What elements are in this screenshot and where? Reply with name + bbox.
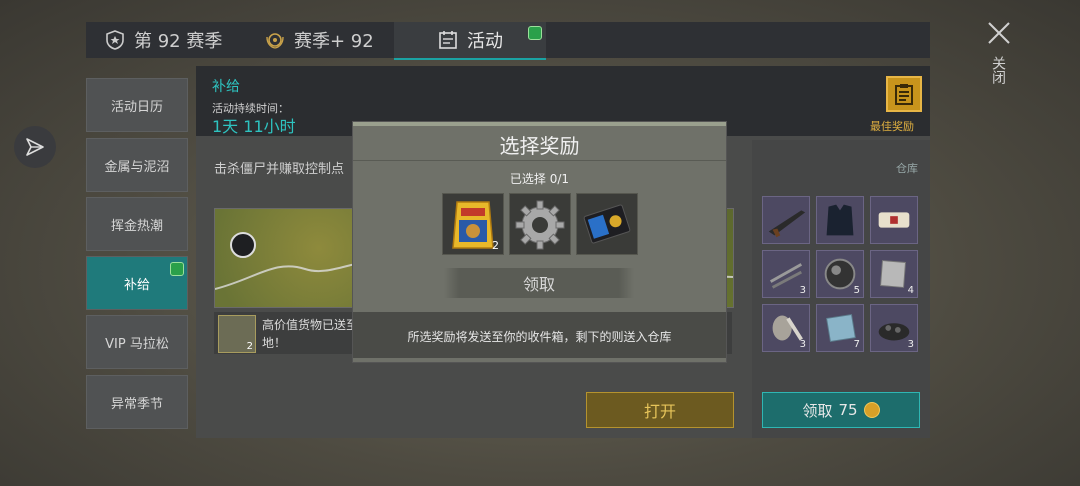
item-count: 2: [246, 341, 253, 352]
rifle-icon: [768, 210, 806, 238]
tab-activity-label: 活动: [467, 31, 503, 52]
close-label[interactable]: 关闭: [990, 56, 1006, 84]
shield-icon: [106, 30, 124, 50]
warehouse-slot[interactable]: [762, 196, 810, 244]
best-reward-button[interactable]: [886, 76, 922, 112]
tab-season-plus-label: 赛季+ 92: [294, 31, 374, 52]
bandage-icon: [878, 212, 910, 228]
best-reward-label: 最佳奖励: [870, 120, 914, 133]
sidebar-item-label: VIP 马拉松: [105, 336, 169, 352]
gift-badge-icon: [528, 26, 542, 40]
slot-count: 7: [853, 339, 860, 350]
dialog-divider: [353, 160, 726, 161]
dialog-title: 选择奖励: [499, 134, 580, 158]
dialog-note: 所选奖励将发送至你的收件箱，剩下的则送入仓库: [407, 330, 672, 344]
sidebar-item-metal-mud[interactable]: 金属与泥沼: [86, 138, 188, 192]
warehouse-slot[interactable]: 3: [870, 304, 918, 352]
tab-season-label: 第 92 赛季: [134, 31, 223, 52]
sidebar-item-label: 挥金热潮: [110, 218, 163, 234]
warehouse-slot[interactable]: 3: [762, 250, 810, 298]
dialog-claim-label: 领取: [522, 275, 555, 294]
sidebar-item-label: 异常季节: [110, 396, 163, 412]
sidebar-item-label: 补给: [123, 277, 150, 293]
page-title: 补给: [212, 79, 240, 95]
tab-season-plus[interactable]: 赛季+ 92: [264, 22, 374, 58]
calendar-icon: [439, 31, 457, 49]
gear-icon: [515, 200, 565, 250]
reward-count: 2: [492, 239, 499, 252]
slot-count: 3: [907, 339, 914, 350]
selection-count: 已选择 0/1: [509, 172, 570, 186]
claim-button[interactable]: 领取 75: [762, 392, 920, 428]
claim-cost: 75: [838, 401, 858, 419]
coin-icon: [863, 402, 880, 418]
duration-value: 1天 11小时: [212, 117, 296, 136]
sidebar-item-vip-marathon[interactable]: VIP 马拉松: [86, 315, 188, 369]
warehouse-slot[interactable]: 4: [870, 250, 918, 298]
sidebar-item-anomaly-season[interactable]: 异常季节: [86, 375, 188, 429]
open-button[interactable]: 打开: [586, 392, 734, 428]
warehouse-slot[interactable]: [816, 196, 864, 244]
sidebar-item-label: 金属与泥沼: [104, 159, 170, 175]
warehouse-slot[interactable]: 7: [816, 304, 864, 352]
slot-count: 3: [799, 339, 806, 350]
tab-bar: 第 92 赛季 赛季+ 92 活动: [86, 22, 930, 60]
dialog-claim-button[interactable]: 领取: [444, 268, 634, 298]
send-icon: [26, 138, 44, 156]
slot-count: 4: [907, 285, 914, 296]
share-button[interactable]: [14, 126, 56, 168]
warehouse-slot[interactable]: 5: [816, 250, 864, 298]
tab-season[interactable]: 第 92 赛季: [104, 22, 222, 58]
tab-activity[interactable]: 活动: [394, 22, 546, 60]
dog-food-bag-icon: 2: [218, 315, 256, 353]
sidebar-item-spending-spree[interactable]: 挥金热潮: [86, 197, 188, 251]
sidebar-item-calendar[interactable]: 活动日历: [86, 78, 188, 132]
badge-wallet-icon: [583, 204, 631, 244]
armor-vest-icon: [826, 204, 854, 236]
warehouse-slot[interactable]: 3: [762, 304, 810, 352]
gift-badge-icon: [170, 262, 184, 276]
sidebar-scroll-handle[interactable]: [86, 58, 188, 68]
task-description: 击杀僵尸并赚取控制点: [214, 162, 345, 177]
reward-option-dog-food[interactable]: 2: [442, 193, 504, 255]
slot-count: 5: [853, 285, 860, 296]
warehouse-label: 仓库: [896, 162, 918, 175]
open-button-label: 打开: [643, 402, 676, 421]
reward-option-badge-wallet[interactable]: [576, 193, 638, 255]
map-pin-icon[interactable]: [230, 232, 256, 258]
claim-button-label: 领取: [802, 401, 833, 420]
reward-option-gear[interactable]: [509, 193, 571, 255]
slot-count: 3: [799, 285, 806, 296]
sidebar-item-label: 活动日历: [110, 99, 163, 115]
laurel-badge-icon: [266, 33, 284, 49]
close-icon[interactable]: [986, 20, 1012, 46]
delivery-info-text: 高价值货物已送至 地！: [262, 318, 359, 350]
warehouse-slot[interactable]: [870, 196, 918, 244]
clipboard-icon: [895, 84, 913, 105]
